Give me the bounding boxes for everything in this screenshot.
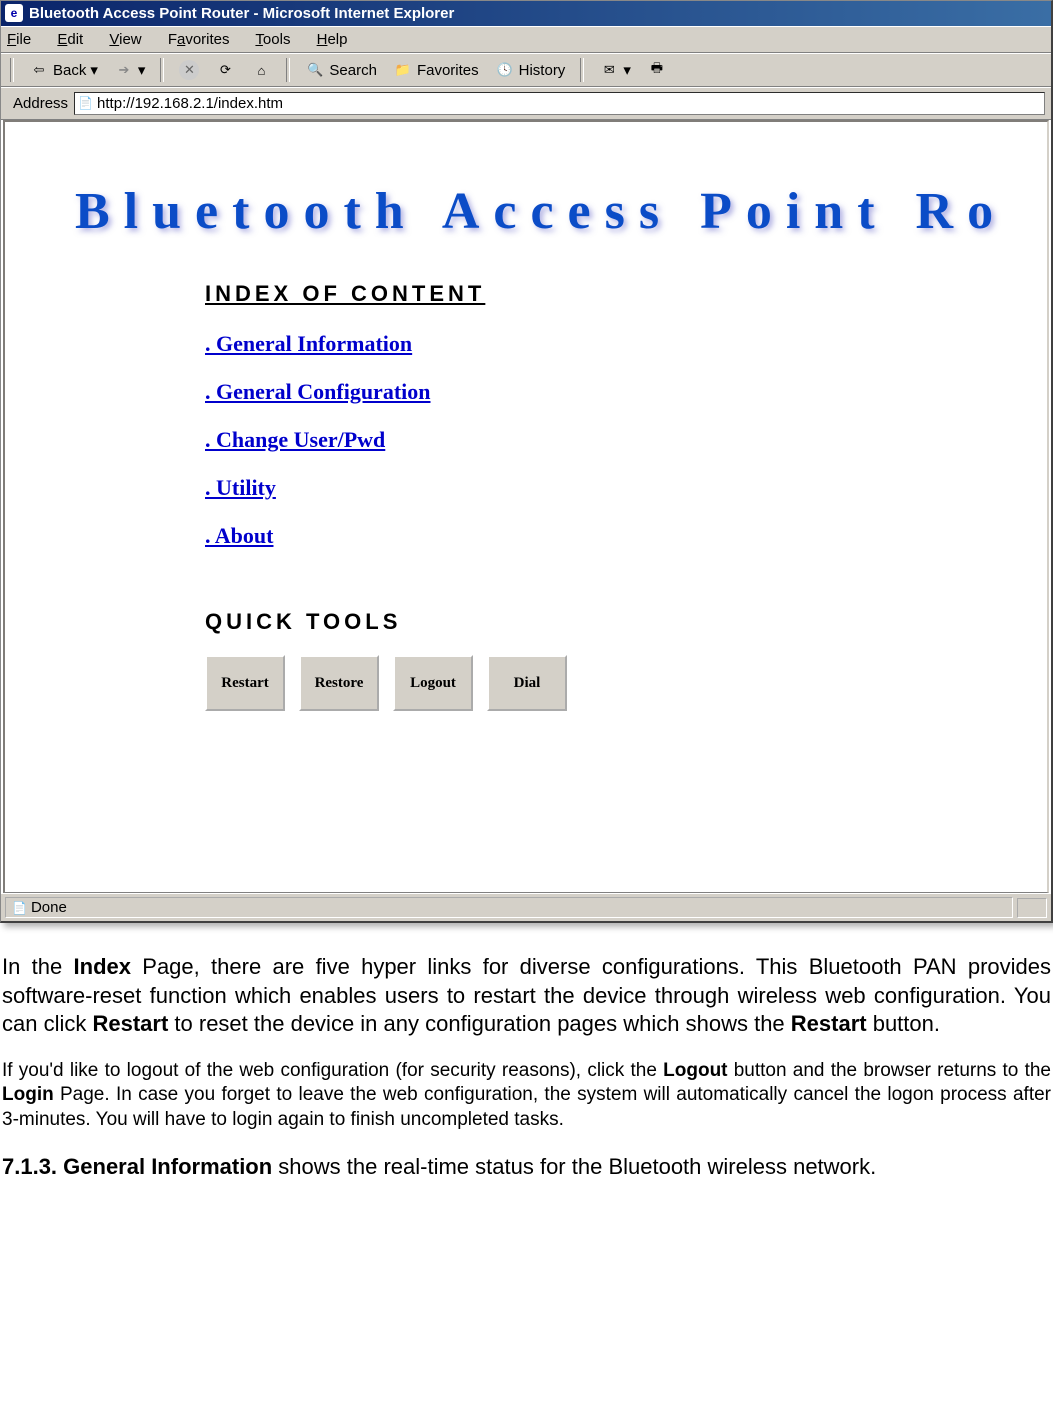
menu-favorites[interactable]: Favorites xyxy=(168,31,230,48)
history-label: History xyxy=(519,62,566,79)
refresh-icon: ⟳ xyxy=(215,60,235,80)
doc-paragraph-1: In the Index Page, there are five hyper … xyxy=(2,953,1051,1039)
toolbar-separator xyxy=(10,58,14,82)
statusbar: 📄 Done xyxy=(1,893,1051,921)
dropdown-icon: ▾ xyxy=(138,61,146,79)
page-banner: Bluetooth Access Point Ro xyxy=(5,122,1047,281)
menu-tools[interactable]: Tools xyxy=(255,31,290,48)
menu-edit[interactable]: Edit xyxy=(57,31,83,48)
forward-button[interactable]: ➔ ▾ xyxy=(110,58,150,82)
window-title: Bluetooth Access Point Router - Microsof… xyxy=(29,5,454,22)
menu-file[interactable]: File xyxy=(7,31,31,48)
index-heading: INDEX OF CONTENT xyxy=(205,281,1047,307)
browser-window: e Bluetooth Access Point Router - Micros… xyxy=(0,0,1053,923)
menubar: File Edit View Favorites Tools Help xyxy=(1,26,1051,53)
mail-button[interactable]: ✉ ▾ xyxy=(595,58,635,82)
menu-help[interactable]: Help xyxy=(317,31,348,48)
addressbar: Address 📄 xyxy=(1,87,1051,120)
doc-paragraph-2: If you'd like to logout of the web confi… xyxy=(2,1059,1051,1133)
toolbar-separator xyxy=(580,58,584,82)
refresh-button[interactable]: ⟳ xyxy=(211,58,239,82)
print-button[interactable]: 🖶 xyxy=(643,58,671,82)
titlebar: e Bluetooth Access Point Router - Micros… xyxy=(1,1,1051,26)
link-utility[interactable]: . Utility xyxy=(205,475,1047,501)
status-panel: 📄 Done xyxy=(5,897,1013,918)
menu-view[interactable]: View xyxy=(109,31,141,48)
link-change-user-pwd[interactable]: . Change User/Pwd xyxy=(205,427,1047,453)
dropdown-icon: ▾ xyxy=(90,61,98,79)
home-button[interactable]: ⌂ xyxy=(247,58,275,82)
favorites-icon: 📁 xyxy=(393,60,413,80)
back-button[interactable]: ⇦ Back ▾ xyxy=(25,58,102,82)
address-input[interactable] xyxy=(74,92,1045,115)
address-label: Address xyxy=(13,95,68,112)
stop-button[interactable]: ✕ xyxy=(175,58,203,82)
doc-paragraph-3: 7.1.3. General Information shows the rea… xyxy=(2,1153,1051,1182)
toolbar-separator xyxy=(286,58,290,82)
restore-button[interactable]: Restore xyxy=(299,655,379,711)
dial-button[interactable]: Dial xyxy=(487,655,567,711)
print-icon: 🖶 xyxy=(647,60,667,80)
dropdown-icon: ▾ xyxy=(623,61,631,79)
mail-icon: ✉ xyxy=(599,60,619,80)
page-content: Bluetooth Access Point Ro INDEX OF CONTE… xyxy=(3,120,1049,893)
history-icon: 🕓 xyxy=(495,60,515,80)
favorites-button[interactable]: 📁 Favorites xyxy=(389,58,483,82)
home-icon: ⌂ xyxy=(251,60,271,80)
search-icon: 🔍 xyxy=(305,60,325,80)
forward-arrow-icon: ➔ xyxy=(114,60,134,80)
status-text: Done xyxy=(31,899,67,916)
quick-tools-row: Restart Restore Logout Dial xyxy=(205,655,1047,711)
stop-icon: ✕ xyxy=(179,60,199,80)
document-body-text: In the Index Page, there are five hyper … xyxy=(0,943,1053,1181)
status-panel-2 xyxy=(1017,898,1047,918)
ie-logo-icon: e xyxy=(5,4,23,22)
back-label: Back xyxy=(53,62,86,79)
toolbar: ⇦ Back ▾ ➔ ▾ ✕ ⟳ ⌂ 🔍 Search 📁 Favorites … xyxy=(1,53,1051,87)
search-button[interactable]: 🔍 Search xyxy=(301,58,381,82)
logout-button[interactable]: Logout xyxy=(393,655,473,711)
link-about[interactable]: . About xyxy=(205,523,1047,549)
restart-button[interactable]: Restart xyxy=(205,655,285,711)
toolbar-separator xyxy=(160,58,164,82)
favorites-label: Favorites xyxy=(417,62,479,79)
search-label: Search xyxy=(329,62,377,79)
link-general-configuration[interactable]: . General Configuration xyxy=(205,379,1047,405)
back-arrow-icon: ⇦ xyxy=(29,60,49,80)
history-button[interactable]: 🕓 History xyxy=(491,58,570,82)
page-icon: 📄 xyxy=(12,901,27,915)
quick-tools-heading: QUICK TOOLS xyxy=(205,609,1047,635)
link-general-information[interactable]: . General Information xyxy=(205,331,1047,357)
page-icon: 📄 xyxy=(78,96,94,112)
